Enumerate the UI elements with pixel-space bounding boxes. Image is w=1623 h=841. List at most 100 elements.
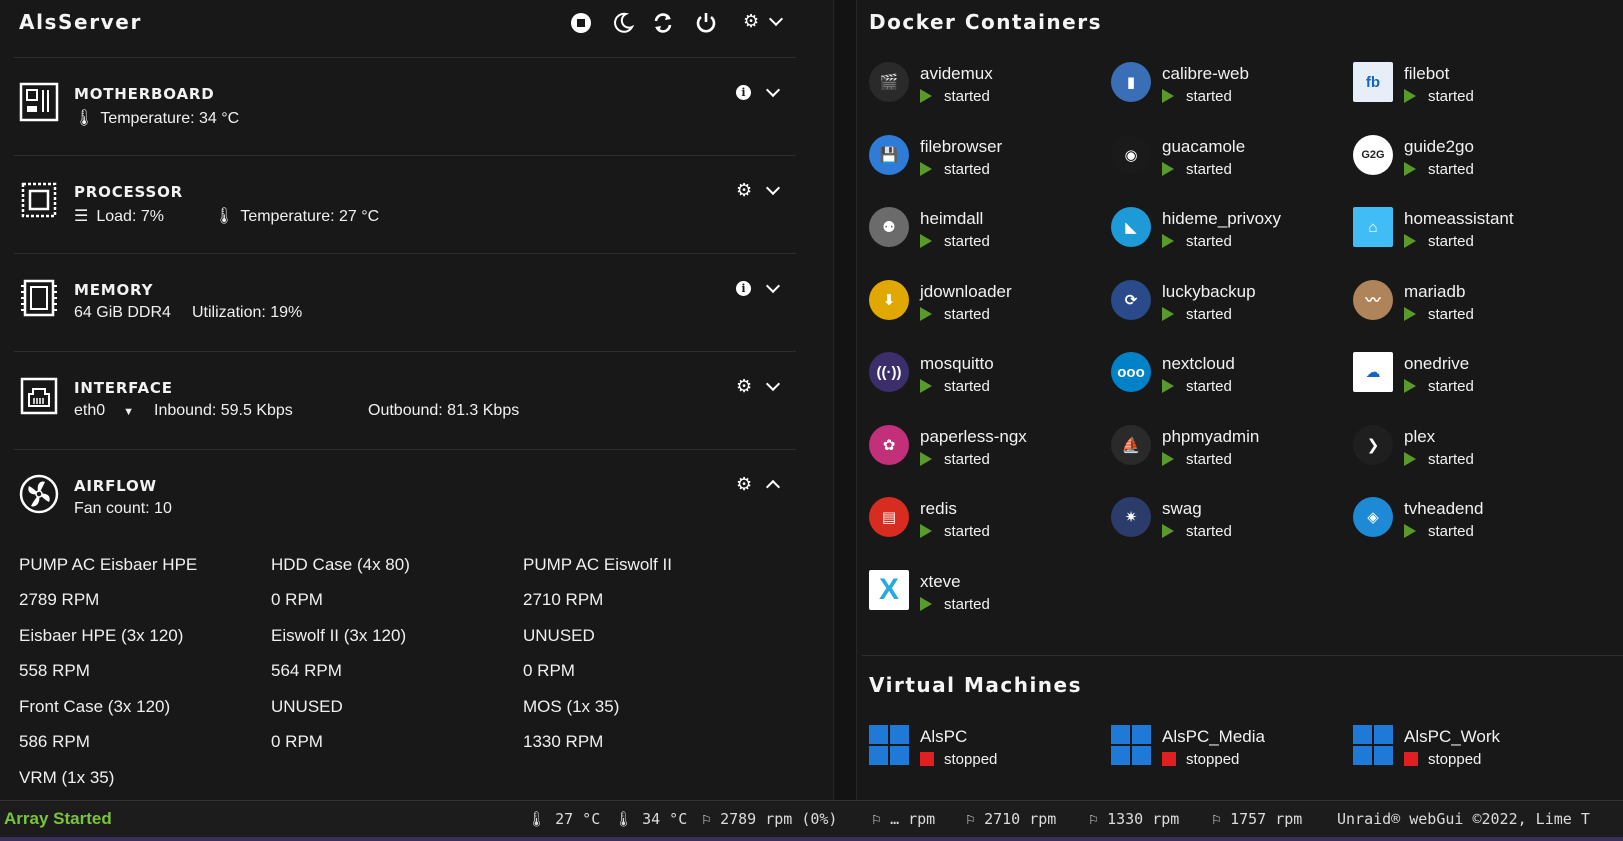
container-name[interactable]: onedrive xyxy=(1404,354,1469,374)
vm-AlsPC_Work[interactable]: AlsPC_Work stopped xyxy=(1353,725,1583,785)
container-phpmyadmin[interactable]: ⛵ phpmyadmin started xyxy=(1111,424,1341,485)
vm-name[interactable]: AlsPC_Work xyxy=(1404,727,1500,747)
chevron-down-icon[interactable] xyxy=(765,180,781,195)
clapperboard-icon[interactable]: 🎬 xyxy=(869,62,909,102)
hideme-icon[interactable]: ◣ xyxy=(1111,207,1151,247)
container-mariadb[interactable]: 〰 mariadb started xyxy=(1353,279,1583,340)
airflow-controls[interactable]: ⚙ xyxy=(736,474,782,494)
container-name[interactable]: mariadb xyxy=(1404,282,1465,302)
container-filebot[interactable]: fb filebot started xyxy=(1353,62,1583,122)
container-redis[interactable]: ▤ redis started xyxy=(869,497,1099,557)
container-name[interactable]: luckybackup xyxy=(1162,282,1256,302)
container-name[interactable]: phpmyadmin xyxy=(1162,427,1259,447)
airflow-title: AIRFLOW xyxy=(74,477,157,495)
container-name[interactable]: tvheadend xyxy=(1404,499,1483,519)
container-hideme_privoxy[interactable]: ◣ hideme_privoxy started xyxy=(1111,207,1341,267)
letsencrypt-icon[interactable]: ✷ xyxy=(1111,497,1151,537)
info-icon[interactable]: i xyxy=(736,84,751,100)
container-name[interactable]: mosquitto xyxy=(920,354,994,374)
container-name[interactable]: hideme_privoxy xyxy=(1162,209,1281,229)
container-name[interactable]: swag xyxy=(1162,499,1202,519)
container-homeassistant[interactable]: ⌂ homeassistant started xyxy=(1353,207,1583,267)
container-swag[interactable]: ✷ swag started xyxy=(1111,497,1341,557)
sailboat-icon[interactable]: ⛵ xyxy=(1111,424,1151,465)
chevron-up-icon[interactable] xyxy=(765,479,781,494)
flag-icon: ⚐ xyxy=(1212,810,1222,828)
container-name[interactable]: homeassistant xyxy=(1404,209,1514,229)
fan-label: Eisbaer HPE (3x 120) xyxy=(19,626,184,645)
vm-AlsPC_Media[interactable]: AlsPC_Media stopped xyxy=(1111,725,1341,785)
container-avidemux[interactable]: 🎬 avidemux started xyxy=(869,62,1099,122)
seal-icon[interactable]: 〰 xyxy=(1353,279,1393,320)
gear-icon[interactable]: ⚙ xyxy=(736,181,752,199)
paperless-icon[interactable]: ✿ xyxy=(869,424,909,465)
container-name[interactable]: xteve xyxy=(920,572,961,592)
x-icon[interactable]: X xyxy=(869,569,909,610)
home-icon[interactable]: ⌂ xyxy=(1353,207,1393,247)
container-luckybackup[interactable]: ⟳ luckybackup started xyxy=(1111,279,1341,340)
container-paperless-ngx[interactable]: ✿ paperless-ngx started xyxy=(869,424,1099,485)
antenna-icon[interactable]: ((·)) xyxy=(869,352,909,392)
stop-icon[interactable] xyxy=(570,12,592,34)
nextcloud-icon[interactable]: ooo xyxy=(1111,352,1151,392)
container-mosquitto[interactable]: ((·)) mosquitto started xyxy=(869,352,1099,412)
heimdall-icon[interactable]: ⚉ xyxy=(869,207,909,247)
container-name[interactable]: heimdall xyxy=(920,209,983,229)
g2g-icon[interactable]: G2G xyxy=(1353,134,1393,175)
container-guide2go[interactable]: G2G guide2go started xyxy=(1353,134,1583,195)
gear-icon[interactable]: ⚙ xyxy=(736,377,752,395)
chevron-down-icon[interactable] xyxy=(765,376,781,391)
refresh-icon[interactable] xyxy=(652,12,674,34)
container-calibre-web[interactable]: ▮ calibre-web started xyxy=(1111,62,1341,122)
floppy-icon[interactable]: 💾 xyxy=(869,134,909,175)
book-icon[interactable]: ▮ xyxy=(1111,62,1151,102)
container-plex[interactable]: ❯ plex started xyxy=(1353,424,1583,485)
container-jdownloader[interactable]: ⬇ jdownloader started xyxy=(869,279,1099,340)
settings-menu[interactable]: ⚙ xyxy=(743,10,785,32)
chevron-down-icon[interactable] xyxy=(765,82,781,97)
container-name[interactable]: filebot xyxy=(1404,64,1449,84)
container-name[interactable]: jdownloader xyxy=(920,282,1012,302)
container-guacamole[interactable]: ◉ guacamole started xyxy=(1111,134,1341,195)
container-name[interactable]: nextcloud xyxy=(1162,354,1235,374)
container-name[interactable]: calibre-web xyxy=(1162,64,1249,84)
gear-icon[interactable]: ⚙ xyxy=(736,475,752,493)
tvheadend-icon[interactable]: ◈ xyxy=(1353,497,1393,537)
motherboard-controls[interactable]: i xyxy=(736,82,782,102)
container-name[interactable]: filebrowser xyxy=(920,137,1002,157)
container-onedrive[interactable]: ☁ onedrive started xyxy=(1353,352,1583,412)
moon-icon[interactable] xyxy=(612,12,635,34)
info-icon[interactable]: i xyxy=(736,280,751,296)
windows-icon[interactable] xyxy=(869,725,909,765)
power-icon[interactable] xyxy=(695,12,717,34)
vm-name[interactable]: AlsPC_Media xyxy=(1162,727,1265,747)
container-name[interactable]: avidemux xyxy=(920,64,993,84)
array-status[interactable]: Array Started xyxy=(4,809,112,829)
vm-AlsPC[interactable]: AlsPC stopped xyxy=(869,725,1099,785)
vm-name[interactable]: AlsPC xyxy=(920,727,967,747)
plex-icon[interactable]: ❯ xyxy=(1353,424,1393,465)
container-name[interactable]: paperless-ngx xyxy=(920,427,1027,447)
container-nextcloud[interactable]: ooo nextcloud started xyxy=(1111,352,1341,412)
guacamole-icon[interactable]: ◉ xyxy=(1111,134,1151,175)
chevron-down-icon[interactable] xyxy=(765,278,781,293)
redis-icon[interactable]: ▤ xyxy=(869,497,909,537)
container-name[interactable]: redis xyxy=(920,499,957,519)
processor-controls[interactable]: ⚙ xyxy=(736,180,782,200)
container-name[interactable]: plex xyxy=(1404,427,1435,447)
windows-icon[interactable] xyxy=(1111,725,1151,765)
container-filebrowser[interactable]: 💾 filebrowser started xyxy=(869,134,1099,195)
sync-icon[interactable]: ⟳ xyxy=(1111,279,1151,320)
container-xteve[interactable]: Xxteve started xyxy=(869,569,1099,630)
container-name[interactable]: guacamole xyxy=(1162,137,1245,157)
interface-select[interactable]: eth0 ▼ xyxy=(74,402,134,420)
container-tvheadend[interactable]: ◈ tvheadend started xyxy=(1353,497,1583,557)
container-heimdall[interactable]: ⚉ heimdall started xyxy=(869,207,1099,267)
container-name[interactable]: guide2go xyxy=(1404,137,1474,157)
memory-controls[interactable]: i xyxy=(736,278,782,298)
windows-icon[interactable] xyxy=(1353,725,1393,765)
fb-icon[interactable]: fb xyxy=(1353,62,1393,102)
cloud-icon[interactable]: ☁ xyxy=(1353,352,1393,392)
interface-controls[interactable]: ⚙ xyxy=(736,376,782,396)
jdownloader-icon[interactable]: ⬇ xyxy=(869,279,909,320)
